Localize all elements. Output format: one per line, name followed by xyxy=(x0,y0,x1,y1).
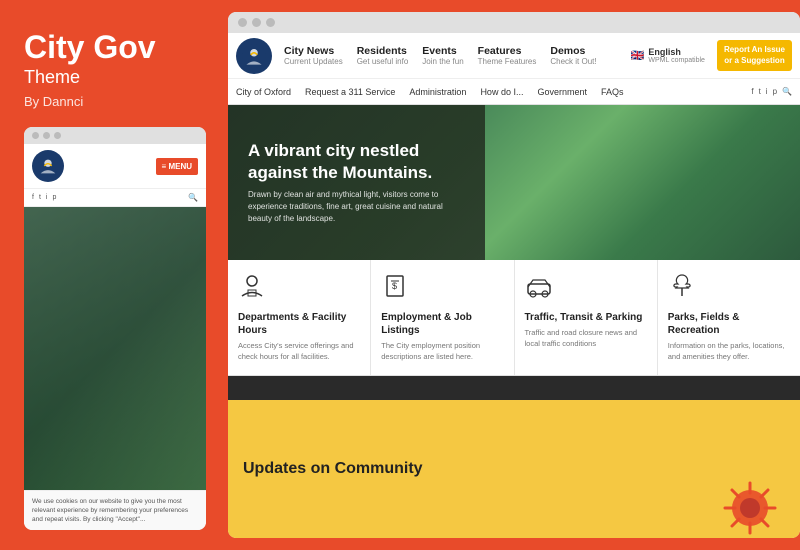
mobile-hero-image xyxy=(24,207,206,490)
nav-label-features: Features xyxy=(478,45,537,57)
site-top-nav: City News Current Updates Residents Get … xyxy=(228,33,800,79)
subnav-government[interactable]: Government xyxy=(537,87,587,97)
feature-card-employment[interactable]: $ Employment & Job Listings The City emp… xyxy=(371,260,514,375)
svg-text:$: $ xyxy=(392,281,397,291)
subnav-instagram-icon[interactable]: i xyxy=(766,87,768,96)
feature-desc-traffic: Traffic and road closure news and local … xyxy=(525,328,647,350)
feature-desc-parks: Information on the parks, locations, and… xyxy=(668,341,790,363)
mobile-instagram-icon[interactable]: i xyxy=(46,194,48,201)
updates-title: Updates on Community xyxy=(243,460,423,478)
byline: By Dannci xyxy=(24,94,208,109)
flag-icon: 🇬🇧 xyxy=(631,49,645,62)
report-issue-button[interactable]: Report An Issue or a Suggestion xyxy=(717,40,792,71)
browser-dot-2 xyxy=(252,18,261,27)
departments-icon xyxy=(238,272,360,306)
nav-label-demos: Demos xyxy=(550,45,596,57)
feature-title-traffic: Traffic, Transit & Parking xyxy=(525,311,647,324)
nav-sub-events: Join the fun xyxy=(422,57,463,66)
mobile-social-icons: f t i p xyxy=(32,194,56,201)
nav-item-events[interactable]: Events Join the fun xyxy=(422,45,463,66)
subnav-social: f t i p 🔍 xyxy=(751,87,792,96)
subnav-twitter-icon[interactable]: t xyxy=(759,87,761,96)
covid-decoration xyxy=(720,478,780,538)
subnav-admin[interactable]: Administration xyxy=(409,87,466,97)
theme-title: City Gov Theme By Dannci xyxy=(24,30,208,109)
feature-desc-departments: Access City's service offerings and chec… xyxy=(238,341,360,363)
lang-sub: WPML compatible xyxy=(648,57,705,64)
site-sub-nav: City of Oxford Request a 311 Service Adm… xyxy=(228,79,800,105)
subnav-facebook-icon[interactable]: f xyxy=(751,87,753,96)
subnav-311[interactable]: Request a 311 Service xyxy=(305,87,395,97)
nav-label-residents: Residents xyxy=(357,45,409,57)
feature-title-employment: Employment & Job Listings xyxy=(381,311,503,337)
feature-card-departments[interactable]: Departments & Facility Hours Access City… xyxy=(228,260,371,375)
mobile-facebook-icon[interactable]: f xyxy=(32,194,34,201)
subnav-oxford[interactable]: City of Oxford xyxy=(236,87,291,97)
features-row: Departments & Facility Hours Access City… xyxy=(228,260,800,376)
subnav-pinterest-icon[interactable]: p xyxy=(773,87,777,96)
feature-card-parks[interactable]: Parks, Fields & Recreation Information o… xyxy=(658,260,800,375)
feature-title-departments: Departments & Facility Hours xyxy=(238,311,360,337)
mobile-logo xyxy=(32,150,64,182)
subnav-howdoi[interactable]: How do I... xyxy=(480,87,523,97)
updates-section: Updates on Community xyxy=(228,400,800,538)
nav-item-citynews[interactable]: City News Current Updates xyxy=(284,45,343,66)
report-btn-line2: or a Suggestion xyxy=(724,56,785,66)
nav-item-residents[interactable]: Residents Get useful info xyxy=(357,45,409,66)
browser-bar xyxy=(228,12,800,33)
title-line2: Theme xyxy=(24,67,208,88)
parks-icon xyxy=(668,272,790,306)
feature-desc-employment: The City employment position description… xyxy=(381,341,503,363)
hero-content: A vibrant city nestled against the Mount… xyxy=(248,140,780,225)
mobile-cookie-bar: We use cookies on our website to give yo… xyxy=(24,490,206,530)
feature-card-traffic[interactable]: Traffic, Transit & Parking Traffic and r… xyxy=(515,260,658,375)
traffic-icon xyxy=(525,272,647,306)
mobile-twitter-icon[interactable]: t xyxy=(39,194,41,201)
browser-dot-1 xyxy=(238,18,247,27)
mobile-menu-button[interactable]: ≡ MENU xyxy=(156,158,198,175)
dark-strip xyxy=(228,376,800,400)
nav-label-citynews: City News xyxy=(284,45,343,57)
title-line1: City Gov xyxy=(24,30,208,65)
mobile-preview: ≡ MENU f t i p 🔍 We use cookies on our w… xyxy=(24,127,206,530)
feature-title-parks: Parks, Fields & Recreation xyxy=(668,311,790,337)
mobile-nav-bar: ≡ MENU xyxy=(24,144,206,189)
nav-sub-residents: Get useful info xyxy=(357,57,409,66)
mobile-pinterest-icon[interactable]: p xyxy=(52,194,56,201)
nav-item-features[interactable]: Features Theme Features xyxy=(478,45,537,66)
hero-title: A vibrant city nestled against the Mount… xyxy=(248,140,468,183)
subnav-search-icon[interactable]: 🔍 xyxy=(782,87,792,96)
nav-sub-demos: Check it Out! xyxy=(550,57,596,66)
left-panel: City Gov Theme By Dannci ≡ MENU f xyxy=(0,0,228,550)
nav-label-events: Events xyxy=(422,45,463,57)
mobile-dot-1 xyxy=(32,132,39,139)
language-selector[interactable]: 🇬🇧 English WPML compatible xyxy=(631,47,705,64)
report-btn-line1: Report An Issue xyxy=(724,45,785,55)
nav-sub-citynews: Current Updates xyxy=(284,57,343,66)
hero-body: Drawn by clean air and mythical light, v… xyxy=(248,189,458,225)
employment-icon: $ xyxy=(381,272,503,306)
nav-sub-features: Theme Features xyxy=(478,57,537,66)
mobile-search-icon[interactable]: 🔍 xyxy=(188,193,198,202)
nav-item-demos[interactable]: Demos Check it Out! xyxy=(550,45,596,66)
nav-links: City News Current Updates Residents Get … xyxy=(284,45,619,66)
right-panel: City News Current Updates Residents Get … xyxy=(228,12,800,538)
mobile-social-bar: f t i p 🔍 xyxy=(24,189,206,207)
hero-section: A vibrant city nestled against the Mount… xyxy=(228,105,800,260)
browser-dot-3 xyxy=(266,18,275,27)
mobile-dot-2 xyxy=(43,132,50,139)
lang-label: English xyxy=(648,47,705,57)
site-logo xyxy=(236,38,272,74)
subnav-faqs[interactable]: FAQs xyxy=(601,87,624,97)
mobile-dots-bar xyxy=(24,127,206,144)
mobile-dot-3 xyxy=(54,132,61,139)
